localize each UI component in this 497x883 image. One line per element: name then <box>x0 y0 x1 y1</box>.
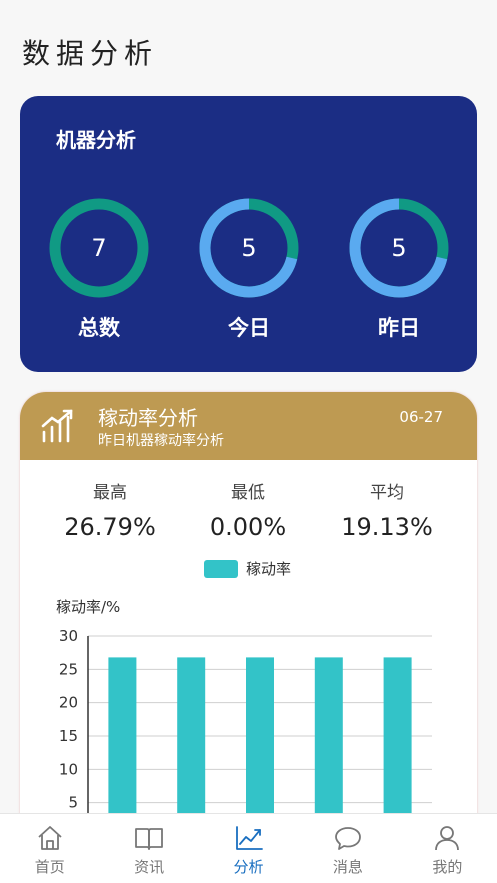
user-icon <box>435 826 460 851</box>
stat-avg: 平均 19.13% <box>327 478 447 541</box>
page-title: 数据分析 <box>22 37 159 70</box>
home-icon <box>38 826 62 850</box>
stat-max-label: 最高 <box>93 483 127 503</box>
ring-yesterday-label: 昨日 <box>378 316 420 340</box>
chart-bar[interactable] <box>246 657 274 824</box>
y-tick-label: 5 <box>68 794 78 812</box>
stat-min-value: 0.00% <box>209 513 287 541</box>
utilization-date: 06-27 <box>399 408 443 426</box>
ring-total[interactable]: 7 <box>47 196 151 300</box>
book-icon <box>135 828 164 850</box>
stat-max-value: 26.79% <box>64 513 156 541</box>
chart-bar[interactable] <box>108 657 137 824</box>
ring-total-label: 总数 <box>78 316 120 340</box>
nav-messages[interactable]: 消息 <box>298 814 397 883</box>
legend-label: 稼动率 <box>246 560 292 578</box>
y-tick-label: 15 <box>59 727 78 745</box>
nav-news-label: 资讯 <box>134 858 165 876</box>
message-icon <box>335 827 361 850</box>
y-tick-label: 20 <box>59 694 78 712</box>
ring-yesterday-value: 5 <box>391 234 407 262</box>
ring-yesterday[interactable]: 5 <box>347 196 451 300</box>
y-tick-label: 10 <box>59 760 78 778</box>
nav-home[interactable]: 首页 <box>0 814 99 883</box>
nav-analysis-label: 分析 <box>233 858 264 876</box>
stat-avg-value: 19.13% <box>341 513 433 541</box>
utilization-card: 稼动率分析 昨日机器稼动率分析 06-27 最高 26.79% 最低 0.00%… <box>20 392 477 832</box>
chart-bar[interactable] <box>177 657 206 824</box>
y-tick-label: 30 <box>59 627 78 645</box>
chart-y-axis-label: 稼动率/% <box>56 598 121 616</box>
bottom-nav: 首页 资讯 分析 消息 我的 <box>0 813 497 883</box>
legend-swatch <box>204 559 238 578</box>
utilization-bar-chart: 051015202530 <box>59 627 432 824</box>
stat-max: 最高 26.79% <box>50 478 170 541</box>
ring-today-value: 5 <box>241 234 257 262</box>
nav-profile-label: 我的 <box>432 858 463 876</box>
y-tick-label: 25 <box>59 660 78 678</box>
chart-bar[interactable] <box>383 657 412 824</box>
machine-card-title: 机器分析 <box>56 128 136 152</box>
utilization-subtitle: 昨日机器稼动率分析 <box>98 433 224 449</box>
utilization-header[interactable]: 稼动率分析 昨日机器稼动率分析 06-27 <box>20 392 477 460</box>
nav-analysis[interactable]: 分析 <box>199 814 298 883</box>
chart-bar[interactable] <box>314 657 343 824</box>
nav-home-label: 首页 <box>34 858 65 876</box>
nav-profile[interactable]: 我的 <box>398 814 497 883</box>
machine-analysis-card: 机器分析 7 总数 5 今日 5 昨日 <box>20 96 477 372</box>
ring-today[interactable]: 5 <box>197 196 301 300</box>
nav-news[interactable]: 资讯 <box>99 814 198 883</box>
utilization-title: 稼动率分析 <box>98 406 198 430</box>
stat-min-label: 最低 <box>231 483 265 503</box>
trend-chart-icon <box>41 409 73 443</box>
stat-min: 最低 0.00% <box>188 478 308 541</box>
chart-icon <box>235 826 263 850</box>
ring-total-value: 7 <box>91 234 107 262</box>
ring-today-label: 今日 <box>228 316 270 340</box>
stat-avg-label: 平均 <box>370 483 404 503</box>
nav-messages-label: 消息 <box>332 858 363 876</box>
chart-legend[interactable]: 稼动率 <box>204 558 291 579</box>
